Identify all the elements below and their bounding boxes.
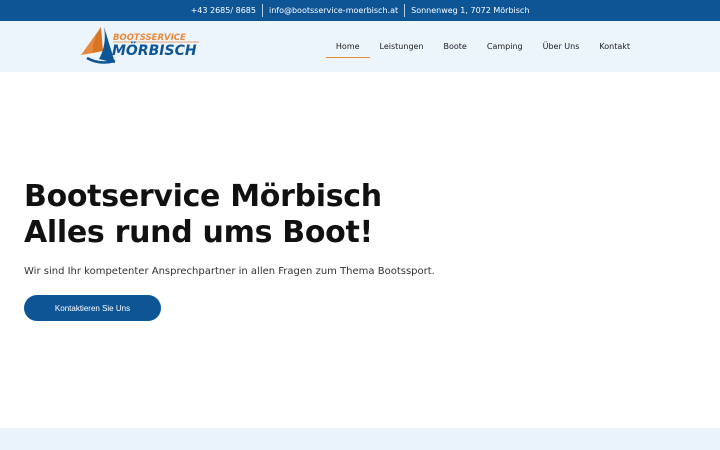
site-header: BOOTSSERVICE MÖRBISCH Home Leistungen Bo…: [0, 21, 720, 72]
svg-text:MÖRBISCH: MÖRBISCH: [112, 41, 197, 59]
main-nav: Home Leistungen Boote Camping Über Uns K…: [325, 21, 640, 72]
nav-item-label: Camping: [486, 42, 523, 51]
next-section-band: [0, 428, 720, 450]
nav-item-label: Über Uns: [542, 42, 580, 51]
hero-section: Bootservice Mörbisch Alles rund ums Boot…: [0, 72, 720, 428]
email-link[interactable]: info@bootsservice-moerbisch.at: [263, 0, 404, 21]
nav-item-label: Boote: [443, 42, 467, 51]
sail-logo-icon: BOOTSSERVICE MÖRBISCH: [81, 27, 199, 64]
svg-text:BOOTSSERVICE: BOOTSSERVICE: [113, 33, 186, 43]
nav-item-label: Kontakt: [599, 42, 630, 51]
hero-title-line: Alles rund ums Boot!: [24, 215, 373, 250]
phone-link[interactable]: +43 2685/ 8685: [185, 0, 262, 21]
top-info-bar: +43 2685/ 8685 info@bootsservice-moerbis…: [0, 0, 720, 21]
nav-item-ueber-uns[interactable]: Über Uns: [533, 21, 590, 72]
hero-title: Bootservice Mörbisch Alles rund ums Boot…: [24, 179, 382, 251]
nav-item-kontakt[interactable]: Kontakt: [589, 21, 640, 72]
site-logo[interactable]: BOOTSSERVICE MÖRBISCH: [79, 25, 203, 67]
contact-button[interactable]: Kontaktieren Sie Uns: [24, 295, 161, 321]
nav-item-home[interactable]: Home: [325, 21, 370, 72]
nav-item-label: Leistungen: [379, 42, 424, 51]
nav-item-label: Home: [335, 42, 360, 51]
nav-item-leistungen[interactable]: Leistungen: [370, 21, 434, 72]
nav-item-boote[interactable]: Boote: [434, 21, 477, 72]
nav-item-camping[interactable]: Camping: [477, 21, 533, 72]
address-text: Sonnenweg 1, 7072 Mörbisch: [411, 6, 530, 15]
hero-subtitle: Wir sind Ihr kompetenter Ansprechpartner…: [24, 266, 435, 277]
hero-title-line: Bootservice Mörbisch: [24, 179, 382, 214]
